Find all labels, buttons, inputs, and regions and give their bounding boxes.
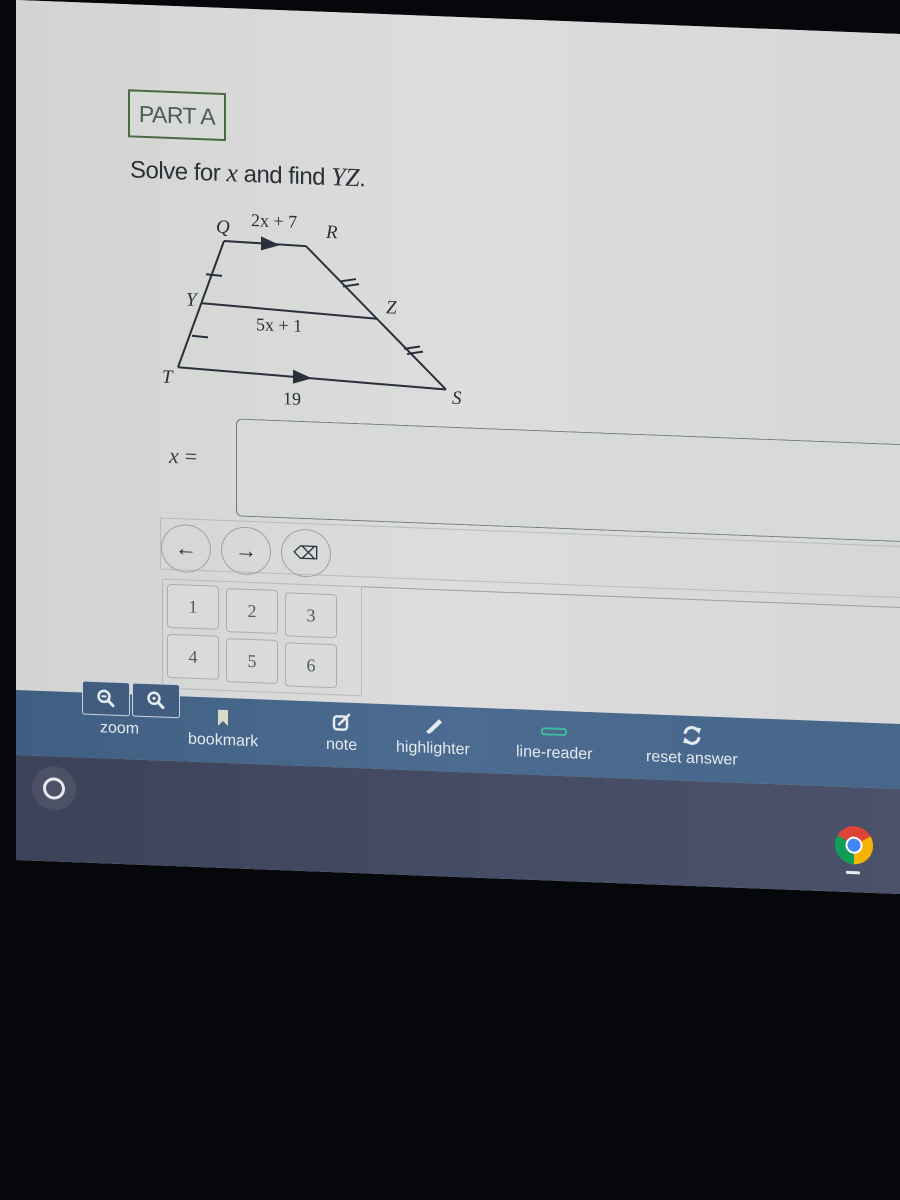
reset-answer-label: reset answer (646, 748, 738, 769)
vertex-Z-label: Z (386, 297, 397, 318)
zoom-out-icon (97, 689, 115, 708)
line-reader-button[interactable]: line-reader (516, 709, 592, 764)
tick-RZ-1 (339, 278, 357, 283)
note-button[interactable]: note (326, 702, 357, 755)
key-1[interactable]: 1 (167, 583, 219, 630)
bookmark-button[interactable]: bookmark (188, 697, 258, 752)
vertex-T-label: T (162, 367, 174, 388)
prompt-variable: x (226, 158, 238, 188)
tick-RZ-2 (342, 283, 360, 288)
answer-variable: x (169, 442, 179, 469)
highlighter-icon (425, 719, 442, 734)
highlighter-button[interactable]: highlighter (396, 705, 470, 760)
key-2[interactable]: 2 (226, 588, 278, 635)
tick-ZS-1 (403, 345, 421, 350)
backspace-icon: ⌫ (293, 542, 319, 564)
keypad-extension-area (362, 586, 900, 718)
refresh-icon (682, 726, 701, 745)
key-3[interactable]: 3 (285, 592, 337, 639)
zoom-out-button[interactable] (82, 680, 130, 717)
part-label: PART A (128, 89, 226, 142)
equals-sign: = (184, 443, 198, 469)
question-area: PART A Solve for x and find YZ. Q R Y Z … (16, 0, 900, 724)
prompt-middle: and find (237, 160, 332, 192)
prompt-suffix: . (359, 165, 366, 193)
arrow-right-icon: → (235, 537, 257, 564)
zoom-label: zoom (100, 719, 140, 738)
highlighter-label: highlighter (396, 738, 470, 759)
midsegment-label: 5x + 1 (256, 314, 302, 336)
note-edit-icon (332, 713, 350, 731)
zoom-in-icon (147, 691, 165, 710)
bookmark-icon (218, 709, 229, 727)
trapezoid-diagram: Q R Y Z T S 2x + 7 5x + 1 19 (156, 200, 476, 427)
answer-variable-label: x = (169, 443, 197, 470)
launcher-button[interactable] (32, 765, 76, 812)
arrow-left-icon: ← (175, 535, 197, 561)
line-reader-icon (541, 727, 568, 737)
question-prompt: Solve for x and find YZ. (130, 154, 365, 193)
launcher-icon (43, 777, 65, 800)
vertex-Q-label: Q (216, 217, 230, 239)
vertex-R-label: R (325, 222, 338, 243)
app-screen: PART A Solve for x and find YZ. Q R Y Z … (16, 0, 900, 894)
bookmark-label: bookmark (188, 730, 259, 751)
vertex-Y-label: Y (186, 290, 199, 311)
line-reader-label: line-reader (516, 743, 593, 764)
vertex-S-label: S (452, 388, 462, 409)
zoom-in-button[interactable] (132, 682, 180, 719)
number-keypad: 1 2 3 4 5 6 (162, 578, 362, 697)
prompt-segment: YZ (331, 162, 360, 193)
note-label: note (326, 735, 358, 755)
key-6[interactable]: 6 (285, 642, 337, 689)
chrome-active-indicator (846, 870, 860, 875)
key-5[interactable]: 5 (226, 638, 278, 685)
tick-YT (191, 334, 209, 339)
reset-answer-button[interactable]: reset answer (646, 714, 738, 770)
prompt-prefix: Solve for (130, 156, 227, 188)
tick-QY (205, 273, 223, 277)
chrome-browser-icon[interactable] (834, 824, 874, 866)
bottom-base-label: 19 (283, 388, 301, 409)
key-4[interactable]: 4 (167, 633, 219, 680)
top-base-label: 2x + 7 (251, 210, 297, 232)
parallel-arrow-bottom (293, 369, 312, 384)
edge-TS (177, 366, 447, 391)
